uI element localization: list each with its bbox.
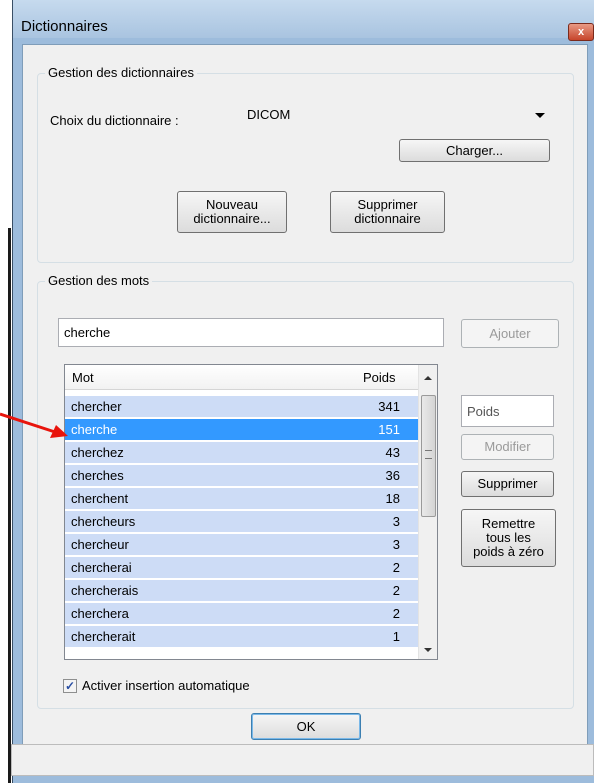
checkmark-icon: ✓ <box>64 679 76 693</box>
list-row[interactable]: chercher 341 <box>65 396 418 417</box>
delete-word-button-label: Supprimer <box>477 476 538 491</box>
chevron-down-icon[interactable] <box>535 113 545 118</box>
row-word: cherchez <box>71 445 124 460</box>
close-icon: x <box>577 26 585 38</box>
row-word: cherchera <box>71 606 129 621</box>
row-weight: 36 <box>385 468 400 483</box>
row-weight: 341 <box>378 399 400 414</box>
load-button[interactable]: Charger... <box>399 139 550 162</box>
row-word: chercherait <box>71 629 136 644</box>
list-row[interactable]: chercherais 2 <box>65 580 418 601</box>
row-weight: 2 <box>392 560 400 575</box>
new-dictionary-label-2: dictionnaire... <box>193 211 271 226</box>
row-word: chercherais <box>71 583 139 598</box>
list-row[interactable]: chercherait 1 <box>65 626 418 647</box>
delete-word-button[interactable]: Supprimer <box>461 471 554 497</box>
reset-weights-label-2: tous les <box>486 530 531 545</box>
row-weight: 3 <box>392 537 400 552</box>
row-weight: 18 <box>385 491 400 506</box>
background-window-edge <box>8 228 11 783</box>
list-row[interactable]: cherchera 2 <box>65 603 418 624</box>
delete-dictionary-button[interactable]: Supprimer dictionnaire <box>330 191 445 233</box>
reset-weights-button[interactable]: Remettre tous les poids à zéro <box>461 509 556 567</box>
row-word: chercherai <box>71 560 132 575</box>
scrollbar-thumb[interactable] <box>421 395 436 517</box>
reset-weights-label-3: poids à zéro <box>473 544 544 559</box>
add-button[interactable]: Ajouter <box>461 319 559 348</box>
close-button[interactable]: x <box>568 23 594 41</box>
new-dictionary-button[interactable]: Nouveau dictionnaire... <box>177 191 287 233</box>
word-input[interactable]: cherche <box>58 318 444 347</box>
ok-button-label: OK <box>296 718 316 734</box>
weight-input[interactable]: Poids <box>461 395 554 427</box>
words-group-title: Gestion des mots <box>45 273 153 288</box>
row-word: cherche <box>71 422 118 437</box>
row-word: cherches <box>71 468 124 483</box>
modify-button[interactable]: Modifier <box>461 434 554 460</box>
scroll-up-icon[interactable] <box>424 376 432 380</box>
row-weight: 1 <box>392 629 400 644</box>
column-header-poids[interactable]: Poids <box>363 370 396 385</box>
word-list[interactable]: Mot Poids chercher 341 cherche 151 cherchez 4… <box>64 364 438 660</box>
dictionary-select-value: DICOM <box>247 107 291 122</box>
title-bar[interactable]: Dictionnaires x <box>13 0 594 41</box>
window-title: Dictionnaires <box>21 18 108 35</box>
list-row[interactable]: cherches 36 <box>65 465 418 486</box>
dictionary-select[interactable]: DICOM <box>244 104 552 128</box>
reset-weights-label-1: Remettre <box>481 516 536 531</box>
dictionary-group-title: Gestion des dictionnaires <box>45 65 197 80</box>
row-word: chercher <box>71 399 122 414</box>
scroll-down-icon[interactable] <box>424 648 432 652</box>
row-weight: 2 <box>392 583 400 598</box>
row-word: chercheur <box>71 537 129 552</box>
list-scrollbar[interactable] <box>418 365 437 659</box>
add-button-label: Ajouter <box>489 325 531 341</box>
dictionary-choice-label: Choix du dictionnaire : <box>50 113 179 128</box>
row-weight: 43 <box>385 445 400 460</box>
list-row[interactable]: cherche 151 <box>65 419 418 440</box>
red-arrow-icon <box>0 412 68 438</box>
ok-button[interactable]: OK <box>251 713 361 740</box>
column-header-mot[interactable]: Mot <box>72 370 94 385</box>
list-header: Mot Poids <box>65 365 418 390</box>
delete-dictionary-label-1: Supprimer <box>357 197 418 212</box>
list-row[interactable]: chercherai 2 <box>65 557 418 578</box>
load-button-label: Charger... <box>445 142 504 158</box>
row-weight: 151 <box>378 422 400 437</box>
row-word: cherchent <box>71 491 129 506</box>
list-row[interactable]: cherchent 18 <box>65 488 418 509</box>
delete-dictionary-label-2: dictionnaire <box>354 211 421 226</box>
auto-insert-label[interactable]: Activer insertion automatique <box>82 678 250 693</box>
new-dictionary-label-1: Nouveau <box>205 197 259 212</box>
modify-button-label: Modifier <box>484 439 531 454</box>
weight-input-placeholder: Poids <box>467 403 500 419</box>
list-row[interactable]: chercheur 3 <box>65 534 418 555</box>
grip-icon <box>425 450 432 459</box>
row-weight: 2 <box>392 606 400 621</box>
row-weight: 3 <box>392 514 400 529</box>
word-input-value: cherche <box>64 325 111 340</box>
list-row[interactable]: cherchez 43 <box>65 442 418 463</box>
row-word: chercheurs <box>71 514 136 529</box>
dictionary-management-group: Gestion des dictionnaires Choix du dicti… <box>37 65 574 263</box>
auto-insert-checkbox[interactable]: ✓ <box>63 679 77 693</box>
list-row[interactable]: chercheurs 3 <box>65 511 418 532</box>
status-bar <box>11 744 594 776</box>
